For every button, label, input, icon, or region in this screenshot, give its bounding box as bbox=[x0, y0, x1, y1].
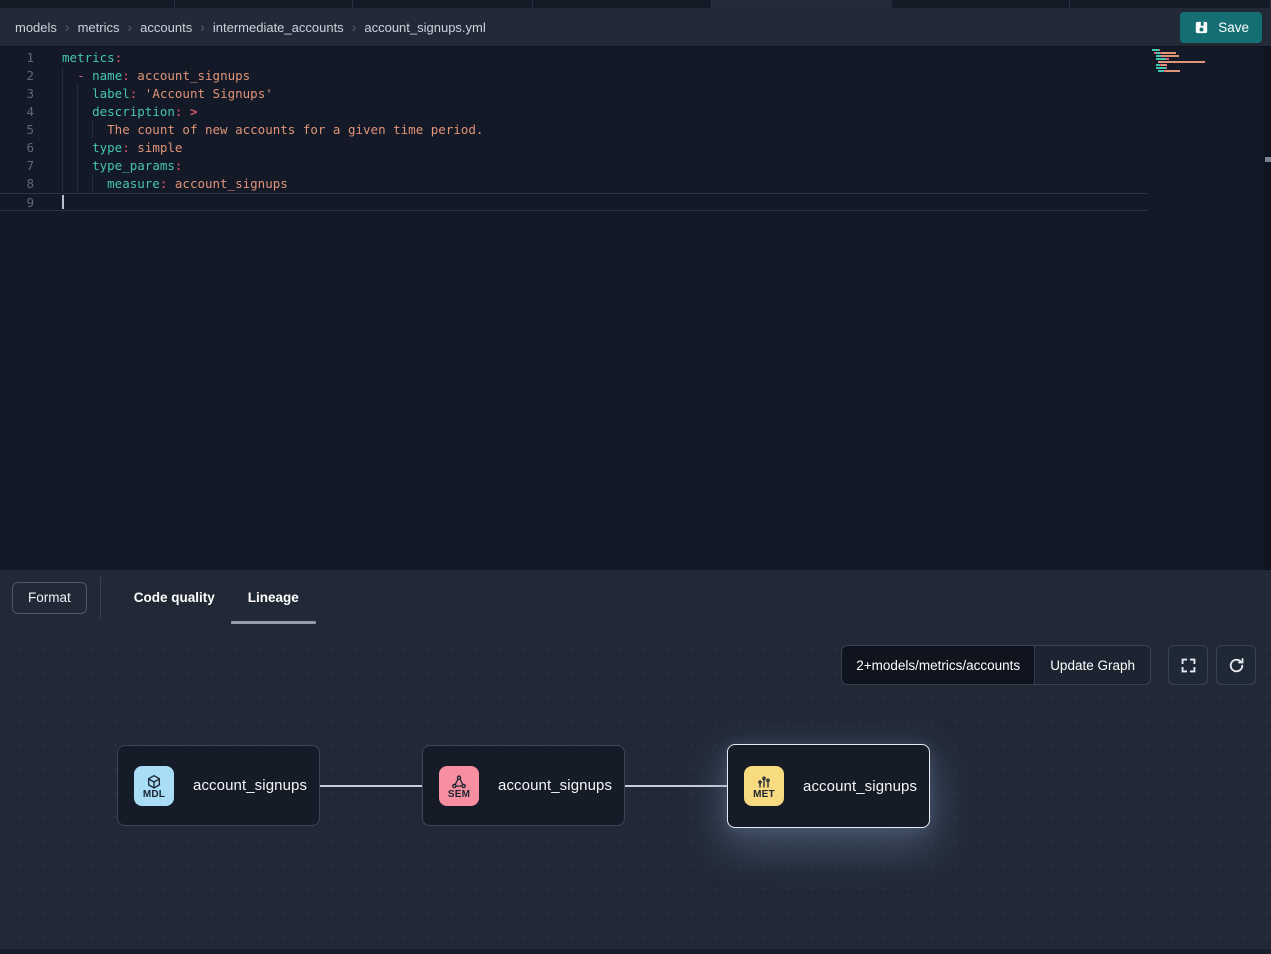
node-label: account_signups bbox=[193, 777, 307, 794]
editor-line[interactable]: 5 The count of new accounts for a given … bbox=[0, 121, 1271, 139]
breadcrumb-item[interactable]: intermediate_accounts bbox=[213, 20, 344, 35]
code-text: type: simple bbox=[34, 139, 182, 157]
lineage-selector-group: Update Graph bbox=[841, 645, 1151, 685]
line-number: 6 bbox=[0, 139, 34, 157]
code-text: label: 'Account Signups' bbox=[34, 85, 273, 103]
window-tab[interactable] bbox=[533, 0, 712, 8]
breadcrumb-separator-icon: › bbox=[200, 19, 205, 35]
code-text: metrics: bbox=[34, 49, 122, 67]
line-number: 8 bbox=[0, 175, 34, 193]
code-text: type_params: bbox=[34, 157, 182, 175]
breadcrumb-item[interactable]: models bbox=[15, 20, 57, 35]
semantic-icon bbox=[451, 774, 467, 790]
editor-scrollbar[interactable] bbox=[1264, 47, 1271, 570]
lineage-node-mdl[interactable]: MDL account_signups bbox=[117, 745, 320, 826]
update-graph-button[interactable]: Update Graph bbox=[1034, 646, 1150, 684]
node-label: account_signups bbox=[803, 778, 917, 795]
line-number: 4 bbox=[0, 103, 34, 121]
line-number: 5 bbox=[0, 121, 34, 139]
lineage-node-met[interactable]: MET account_signups bbox=[727, 744, 930, 828]
refresh-graph-button[interactable] bbox=[1216, 645, 1256, 685]
breadcrumb-separator-icon: › bbox=[65, 19, 70, 35]
save-button-label: Save bbox=[1218, 20, 1249, 35]
code-text bbox=[34, 194, 62, 210]
editor-line[interactable]: 3 label: 'Account Signups' bbox=[0, 85, 1271, 103]
line-number: 9 bbox=[0, 194, 34, 210]
save-button[interactable]: Save bbox=[1180, 12, 1262, 43]
indent-guide bbox=[92, 120, 93, 138]
lineage-canvas[interactable]: Update Graph MDLaccount_signupsSEMaccou bbox=[0, 625, 1271, 954]
editor-line[interactable]: 8 measure: account_signups bbox=[0, 175, 1271, 193]
node-badge-label: SEM bbox=[448, 789, 470, 800]
line-number: 3 bbox=[0, 85, 34, 103]
fullscreen-button[interactable] bbox=[1168, 645, 1208, 685]
code-text: The count of new accounts for a given ti… bbox=[34, 121, 483, 139]
lineage-selector-input[interactable] bbox=[842, 646, 1034, 684]
editor-line[interactable]: 6 type: simple bbox=[0, 139, 1271, 157]
window-tab[interactable] bbox=[1070, 0, 1271, 8]
breadcrumb-item[interactable]: metrics bbox=[78, 20, 120, 35]
window-tab[interactable] bbox=[175, 0, 353, 8]
lineage-edge bbox=[625, 785, 727, 787]
breadcrumb-separator-icon: › bbox=[127, 19, 132, 35]
breadcrumb-item[interactable]: account_signups.yml bbox=[364, 20, 485, 35]
text-cursor bbox=[62, 195, 64, 209]
code-text: measure: account_signups bbox=[34, 175, 288, 193]
line-number: 1 bbox=[0, 49, 34, 67]
line-number: 2 bbox=[0, 67, 34, 85]
breadcrumb-item[interactable]: accounts bbox=[140, 20, 192, 35]
window-tab-strip bbox=[0, 0, 1271, 8]
window-tab-active[interactable] bbox=[712, 0, 892, 8]
editor-line[interactable]: 4 description: > bbox=[0, 103, 1271, 121]
lineage-edge bbox=[320, 785, 422, 787]
node-badge-label: MET bbox=[753, 789, 775, 800]
editor-line[interactable]: 1metrics: bbox=[0, 49, 1271, 67]
save-icon bbox=[1193, 19, 1210, 36]
tab-lineage[interactable]: Lineage bbox=[248, 570, 299, 625]
indent-guide bbox=[62, 66, 63, 192]
editor-lines: 1metrics:2 - name: account_signups3 labe… bbox=[0, 47, 1271, 211]
panel-header: Format Code quality Lineage bbox=[0, 570, 1271, 625]
code-editor[interactable]: 1metrics:2 - name: account_signups3 labe… bbox=[0, 47, 1271, 570]
lineage-node-sem[interactable]: SEM account_signups bbox=[422, 745, 625, 826]
format-button[interactable]: Format bbox=[12, 582, 87, 614]
panel-tabs: Code quality Lineage bbox=[101, 570, 299, 625]
indent-guide bbox=[92, 174, 93, 192]
window-tab[interactable] bbox=[0, 0, 175, 8]
node-badge-mdl: MDL bbox=[134, 766, 174, 806]
cube-icon bbox=[146, 774, 162, 790]
indent-guide bbox=[77, 84, 78, 192]
editor-line[interactable]: 7 type_params: bbox=[0, 157, 1271, 175]
tab-code-quality[interactable]: Code quality bbox=[134, 570, 215, 625]
code-text: - name: account_signups bbox=[34, 67, 250, 85]
breadcrumb-bar: models › metrics › accounts › intermediate_acc… bbox=[0, 8, 1271, 47]
editor-line[interactable]: 2 - name: account_signups bbox=[0, 67, 1271, 85]
breadcrumb-separator-icon: › bbox=[352, 19, 357, 35]
node-label: account_signups bbox=[498, 777, 612, 794]
refresh-icon bbox=[1227, 656, 1246, 675]
editor-line-current[interactable]: 9 bbox=[0, 193, 1148, 211]
metric-icon bbox=[756, 774, 772, 790]
node-badge-sem: SEM bbox=[439, 766, 479, 806]
code-text: description: > bbox=[34, 103, 198, 121]
bottom-panel: Format Code quality Lineage Update Graph bbox=[0, 570, 1271, 954]
lineage-toolbar: Update Graph bbox=[841, 645, 1256, 685]
node-badge-met: MET bbox=[744, 766, 784, 806]
minimap[interactable] bbox=[1152, 49, 1212, 73]
line-number: 7 bbox=[0, 157, 34, 175]
fullscreen-icon bbox=[1179, 656, 1198, 675]
window-tab[interactable] bbox=[892, 0, 1070, 8]
overview-ruler-marker bbox=[1265, 157, 1271, 162]
node-badge-label: MDL bbox=[143, 789, 165, 800]
canvas-edge bbox=[0, 949, 1271, 954]
breadcrumb: models › metrics › accounts › intermediate_acc… bbox=[15, 19, 486, 35]
window-tab[interactable] bbox=[353, 0, 533, 8]
